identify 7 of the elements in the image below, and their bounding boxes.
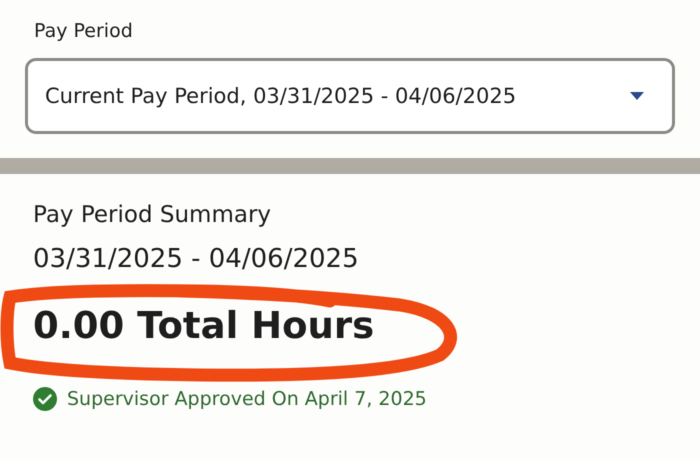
caret-icon <box>630 92 644 100</box>
section-title: Pay Period Summary <box>33 202 272 228</box>
field-label: Pay Period <box>34 20 134 42</box>
approval-status: Supervisor Approved On April 7, 2025 <box>67 388 427 410</box>
date-range: 03/31/2025 - 04/06/2025 <box>33 244 360 274</box>
pay-period-dropdown[interactable]: Current Pay Period, 03/31/2025 - 04/06/2025 <box>25 58 675 134</box>
total-hours: 0.00 Total Hours <box>33 304 376 347</box>
